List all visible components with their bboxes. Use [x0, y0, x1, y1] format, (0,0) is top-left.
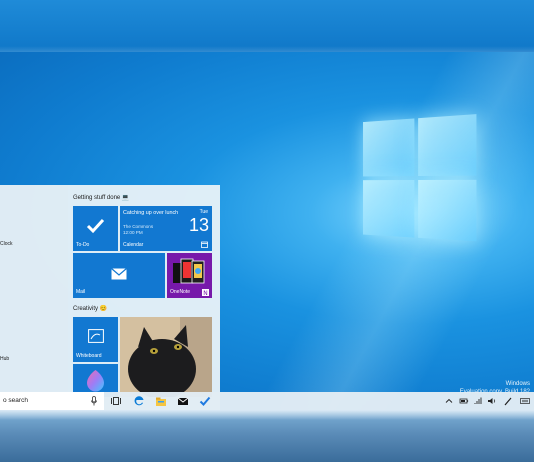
whiteboard-icon	[88, 329, 104, 343]
svg-text:N: N	[203, 290, 208, 296]
calendar-event-location: The Commons 12:00 PM	[123, 224, 154, 235]
tile-todo[interactable]: To-Do	[73, 206, 118, 251]
tile-mail[interactable]: Mail	[73, 253, 165, 298]
calendar-event-title: Catching up over lunch	[123, 210, 179, 216]
volume-icon[interactable]	[487, 395, 497, 407]
search-box[interactable]: o search	[0, 392, 104, 410]
pen-icon[interactable]	[503, 395, 513, 407]
mail-icon	[111, 268, 127, 280]
tile-whiteboard[interactable]: Whiteboard	[73, 317, 118, 362]
paint3d-icon	[87, 370, 104, 392]
logo-pane	[418, 179, 477, 242]
file-explorer-icon[interactable]	[155, 395, 167, 407]
onenote-icon: N	[202, 289, 209, 296]
tile-label: Whiteboard	[76, 353, 102, 359]
tile-photos[interactable]	[120, 317, 212, 397]
cat-photo-image	[120, 317, 212, 397]
onenote-preview-image	[173, 258, 205, 284]
app-list: Clock Hub	[0, 185, 68, 410]
group-title-productivity[interactable]: Getting stuff done 💻	[73, 194, 129, 201]
logo-pane	[418, 114, 477, 177]
edge-browser-icon[interactable]	[133, 395, 145, 407]
start-menu: Clock Hub Getting stuff done 💻 To-Do Cat…	[0, 185, 220, 410]
network-icon[interactable]	[473, 395, 483, 407]
battery-icon[interactable]	[459, 395, 469, 407]
calendar-icon	[201, 241, 208, 248]
tile-onenote[interactable]: OneNote N	[167, 253, 212, 298]
tile-label: Calendar	[123, 242, 144, 248]
app-list-item-clock[interactable]: Clock	[0, 241, 13, 247]
microphone-icon[interactable]	[91, 396, 97, 406]
tile-label: To-Do	[76, 242, 90, 248]
watermark-line1: Windows	[505, 381, 530, 387]
bottom-blur-band	[0, 410, 534, 462]
tile-label: OneNote	[170, 289, 191, 295]
logo-pane	[363, 180, 415, 238]
chevron-up-icon[interactable]	[444, 395, 454, 407]
logo-pane	[363, 118, 415, 177]
group-title-creativity[interactable]: Creativity 😊	[73, 305, 107, 312]
app-list-item-hub[interactable]: Hub	[0, 356, 9, 362]
calendar-date: 13	[188, 215, 209, 235]
keyboard-icon[interactable]	[520, 395, 530, 407]
task-view-icon[interactable]	[110, 395, 122, 407]
windows-logo-icon	[363, 113, 487, 252]
todo-app-icon[interactable]	[199, 395, 211, 407]
search-placeholder: o search	[3, 397, 28, 404]
tile-calendar[interactable]: Catching up over lunch The Commons 12:00…	[120, 206, 212, 251]
top-blur-band	[0, 0, 534, 52]
mail-app-icon[interactable]	[177, 395, 189, 407]
tile-label: Mail	[76, 289, 86, 295]
taskbar: o search	[0, 392, 534, 410]
checkmark-icon	[86, 218, 105, 234]
